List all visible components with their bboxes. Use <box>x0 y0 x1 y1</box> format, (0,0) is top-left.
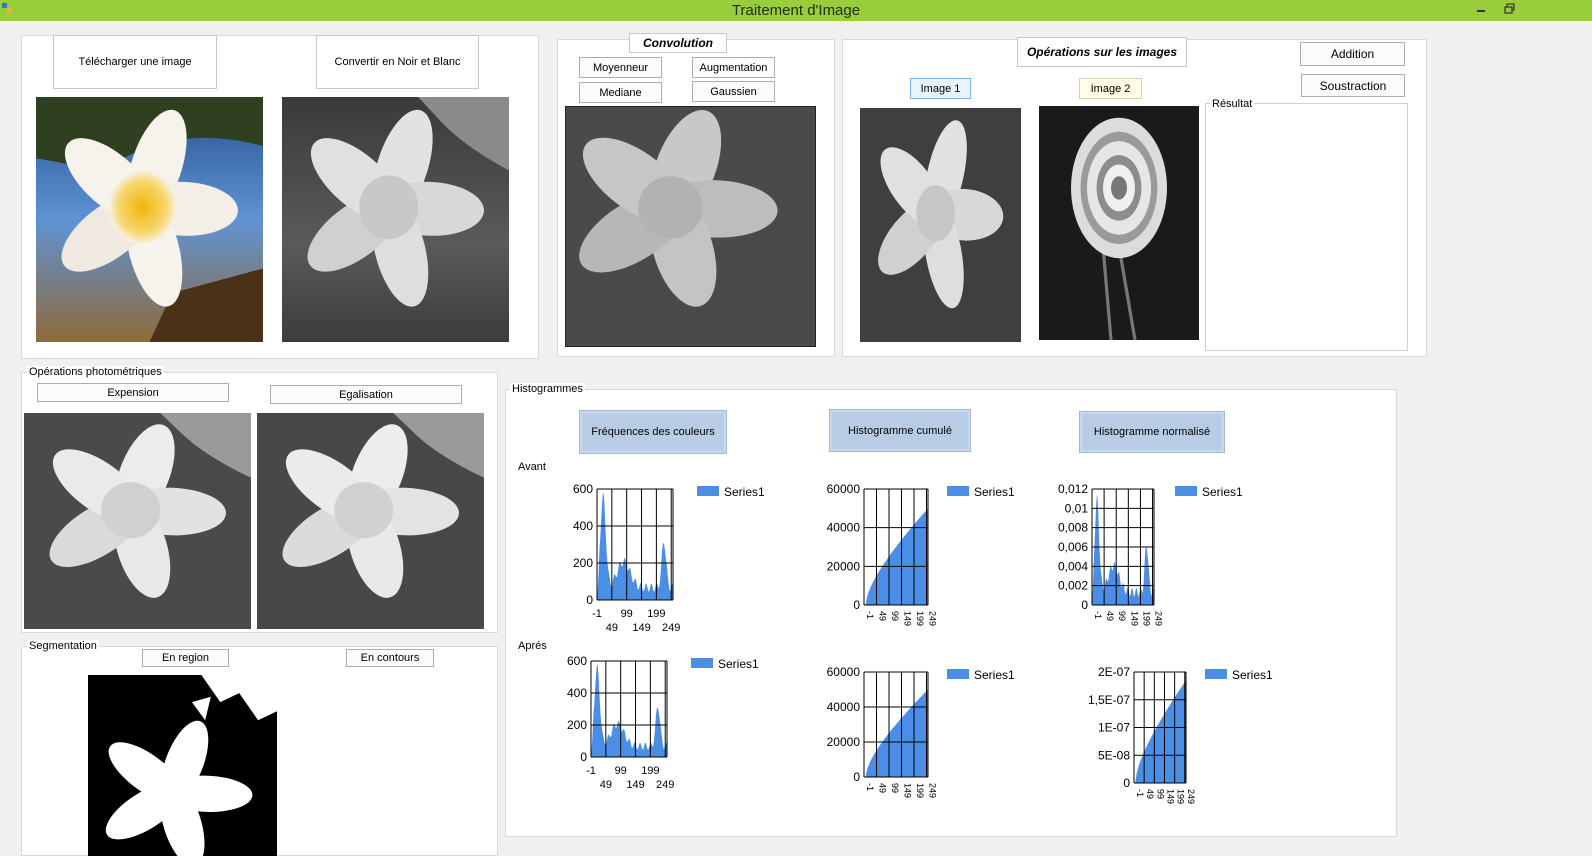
egalisation-button[interactable]: Egalisation <box>270 385 462 404</box>
region-button[interactable]: En region <box>142 649 229 667</box>
convert-bw-button[interactable]: Convertir en Noir et Blanc <box>316 35 479 89</box>
segmentation-image <box>88 675 277 856</box>
expension-button[interactable]: Expension <box>37 383 229 402</box>
contours-button[interactable]: En contours <box>346 649 434 667</box>
window-title: Traitement d'Image <box>731 2 861 19</box>
segmentation-title: Segmentation <box>27 640 99 652</box>
result-box <box>1205 103 1408 351</box>
operand-image-1 <box>860 108 1021 342</box>
cumulative-histogram-button[interactable]: Histogramme cumulé <box>829 409 971 452</box>
histograms-title: Histogrammes <box>510 383 585 395</box>
soustraction-button[interactable]: Soustraction <box>1301 74 1405 97</box>
normalized-histogram-button[interactable]: Histogramme normalisé <box>1079 411 1225 453</box>
bw-image <box>282 97 509 342</box>
image1-button[interactable]: Image 1 <box>910 78 971 99</box>
upload-image-button[interactable]: Télécharger une image <box>53 35 217 89</box>
expansion-image <box>24 413 251 629</box>
photometric-title: Opérations photométriques <box>27 366 164 378</box>
convolution-image <box>565 106 816 347</box>
result-label: Résultat <box>1210 98 1255 110</box>
after-label: Aprés <box>518 640 547 652</box>
operand-image-2 <box>1039 106 1199 340</box>
mediane-button[interactable]: Mediane <box>579 82 662 103</box>
gaussien-button[interactable]: Gaussien <box>692 81 775 102</box>
moyenneur-button[interactable]: Moyenneur <box>579 57 662 78</box>
restore-icon[interactable] <box>1503 2 1517 16</box>
histograms-panel <box>505 389 1397 837</box>
app-icon <box>2 3 12 15</box>
operations-title: Opérations sur les images <box>1017 37 1187 67</box>
original-image <box>36 97 263 342</box>
addition-button[interactable]: Addition <box>1300 42 1405 66</box>
equalization-image <box>257 413 484 629</box>
before-label: Avant <box>518 461 546 473</box>
convolution-title: Convolution <box>629 33 727 53</box>
minimize-icon[interactable] <box>1474 2 1488 16</box>
augmentation-button[interactable]: Augmentation <box>692 57 775 78</box>
color-frequency-button[interactable]: Fréquences des couleurs <box>579 410 727 454</box>
image2-button[interactable]: Image 2 <box>1079 78 1142 99</box>
